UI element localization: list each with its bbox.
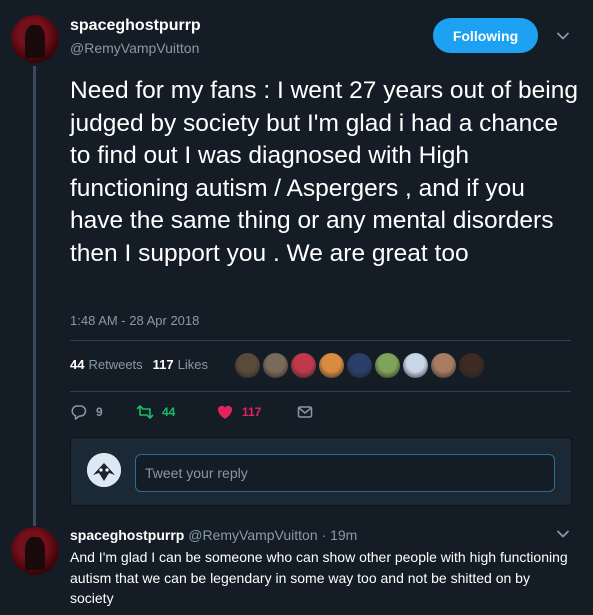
tweet-timestamp[interactable]: 1:48 AM - 28 Apr 2018 [70,313,199,328]
heart-icon [217,405,233,419]
chevron-down-icon[interactable] [556,29,570,43]
reply-icon [71,405,87,420]
reply-button[interactable]: 9 [70,403,132,421]
divider [70,340,571,341]
liker-avatar[interactable] [290,352,317,379]
author-avatar[interactable] [11,15,59,63]
liker-avatar[interactable] [262,352,289,379]
following-button[interactable]: Following [433,18,538,53]
likes-stat[interactable]: 117 Likes [153,357,208,372]
thread-connector-line [33,66,36,526]
liker-avatar[interactable] [234,352,261,379]
reply-time[interactable]: 19m [330,527,357,543]
tweet-actions: 9 44 117 [70,403,322,421]
liker-avatar[interactable] [430,352,457,379]
author-display-name[interactable]: spaceghostpurrp [70,17,201,35]
retweet-icon [136,405,154,419]
liker-avatar[interactable] [318,352,345,379]
reply-text: And I'm glad I can be someone who can sh… [70,549,568,606]
tweet-text: Need for my fans : I went 27 years out o… [70,77,578,267]
retweets-count: 44 [70,357,85,372]
author-handle[interactable]: @RemyVampVuitton [70,40,199,56]
envelope-icon [297,406,313,418]
retweets-stat[interactable]: 44 Retweets [70,357,143,372]
liker-avatar[interactable] [374,352,401,379]
like-button[interactable]: 117 [216,403,296,421]
reply-display-name[interactable]: spaceghostpurrp [70,527,184,543]
tweet-stats: 44 Retweets 117 Likes [70,357,208,372]
retweet-count: 44 [162,405,176,419]
liker-avatar[interactable] [346,352,373,379]
reply-separator: · [321,527,327,543]
direct-message-button[interactable] [296,403,322,421]
reply-author-avatar[interactable] [11,527,59,575]
reply-compose-box: Tweet your reply [70,437,572,506]
liker-avatar[interactable] [402,352,429,379]
reply-count: 9 [96,405,103,419]
reply-handle[interactable]: @RemyVampVuitton [188,527,317,543]
chevron-down-icon[interactable] [556,527,570,541]
likers-avatars [234,352,486,379]
divider [70,391,571,392]
retweet-button[interactable]: 44 [136,403,213,421]
likes-label: Likes [177,357,209,372]
current-user-avatar [87,453,121,487]
reply-header: spaceghostpurrp @RemyVampVuitton · 19m [70,527,357,543]
reply-input[interactable]: Tweet your reply [135,454,555,492]
retweets-label: Retweets [88,357,143,372]
likes-count: 117 [152,357,174,372]
like-count: 117 [242,405,262,419]
liker-avatar[interactable] [458,352,485,379]
